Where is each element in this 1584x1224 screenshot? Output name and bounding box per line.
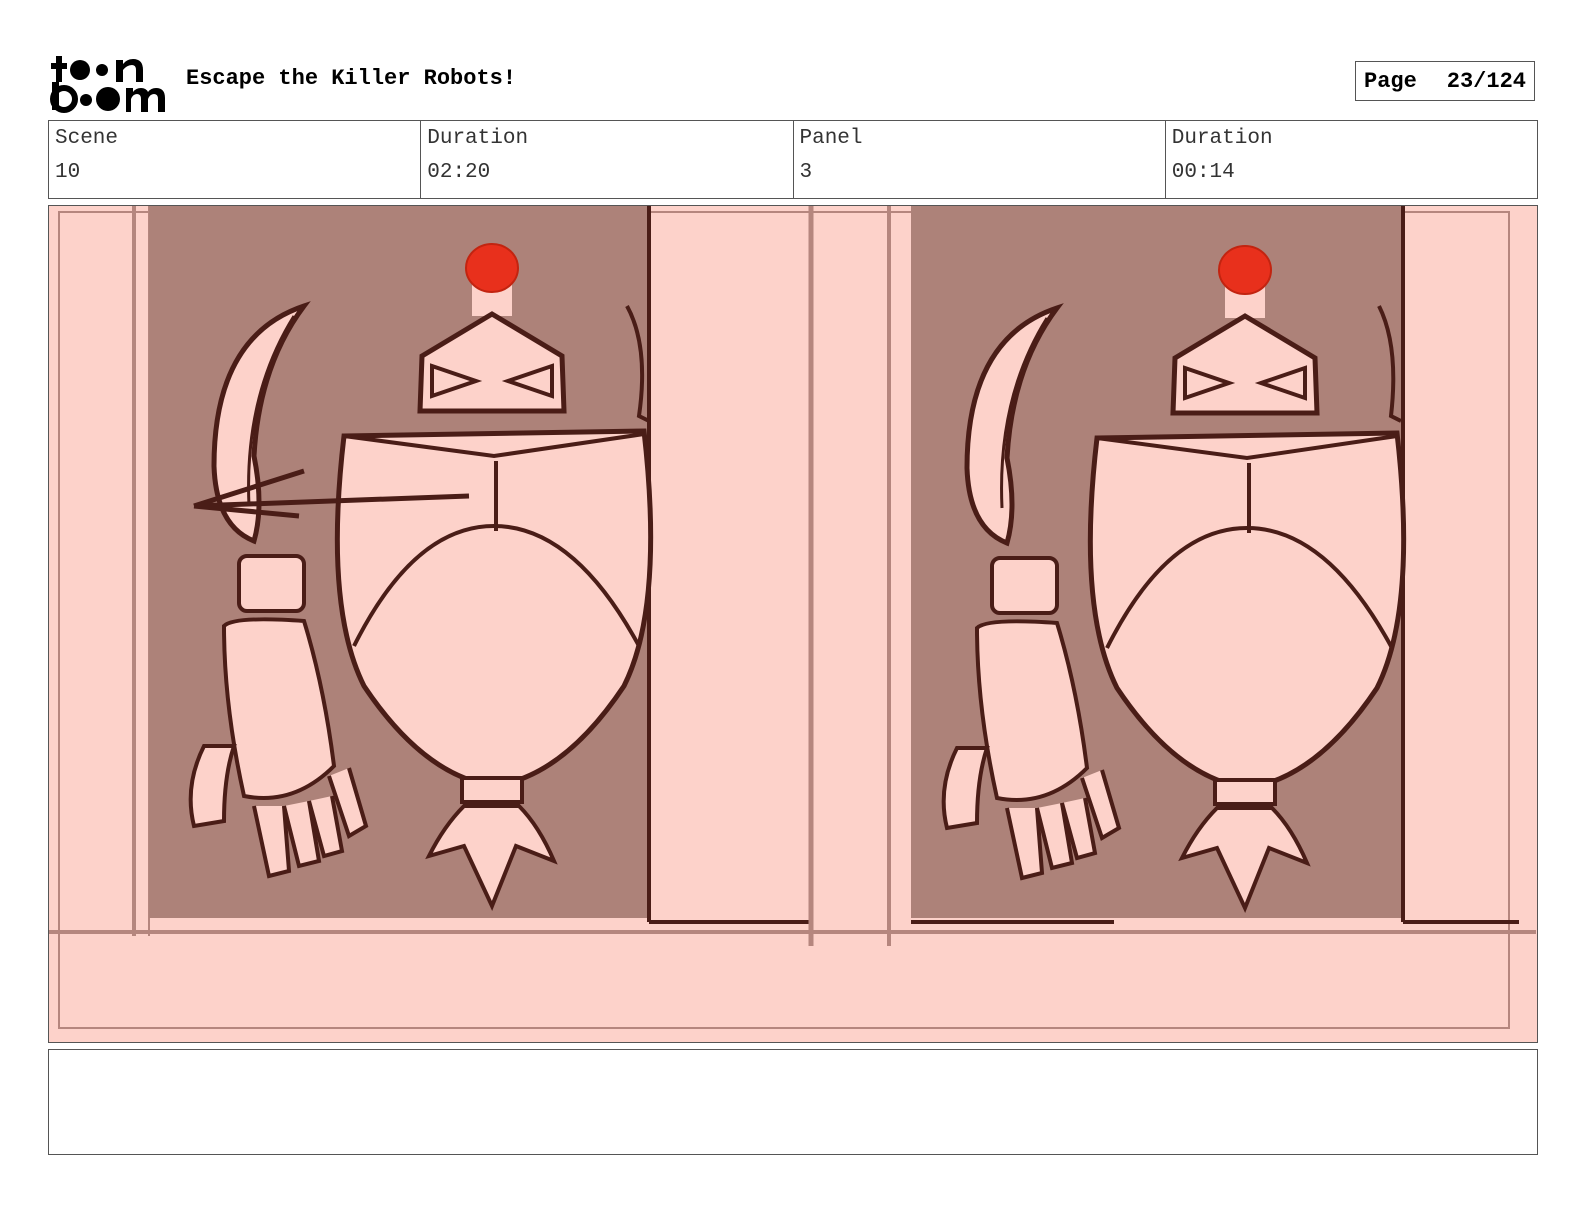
page-number: 23/124 <box>1446 68 1526 94</box>
panel-duration-value: 00:14 <box>1171 161 1235 184</box>
storyboard-panel <box>48 205 1538 1043</box>
panel-cell: Panel 3 <box>794 121 1166 198</box>
scene-cell: Scene 10 <box>49 121 422 198</box>
scene-duration-value: 02:20 <box>427 161 491 184</box>
page-indicator: Page 23/124 <box>1355 61 1535 101</box>
document-title: Escape the Killer Robots! <box>186 66 517 91</box>
scene-value: 10 <box>55 161 81 184</box>
scene-label: Scene <box>55 127 119 150</box>
panel-duration-cell: Duration 00:14 <box>1166 121 1537 198</box>
panel-value: 3 <box>799 161 813 184</box>
scene-duration-cell: Duration 02:20 <box>421 121 794 198</box>
panel-label: Panel <box>799 127 863 150</box>
page-label: Page <box>1364 68 1417 94</box>
scene-info-table: Scene 10 Duration 02:20 Panel 3 Duration… <box>48 120 1538 199</box>
panel-duration-label: Duration <box>1171 127 1273 150</box>
scene-duration-label: Duration <box>427 127 529 150</box>
panel-notes-box <box>48 1049 1538 1155</box>
toon-boom-logo <box>50 56 165 113</box>
panel-sketch <box>49 206 1536 1029</box>
